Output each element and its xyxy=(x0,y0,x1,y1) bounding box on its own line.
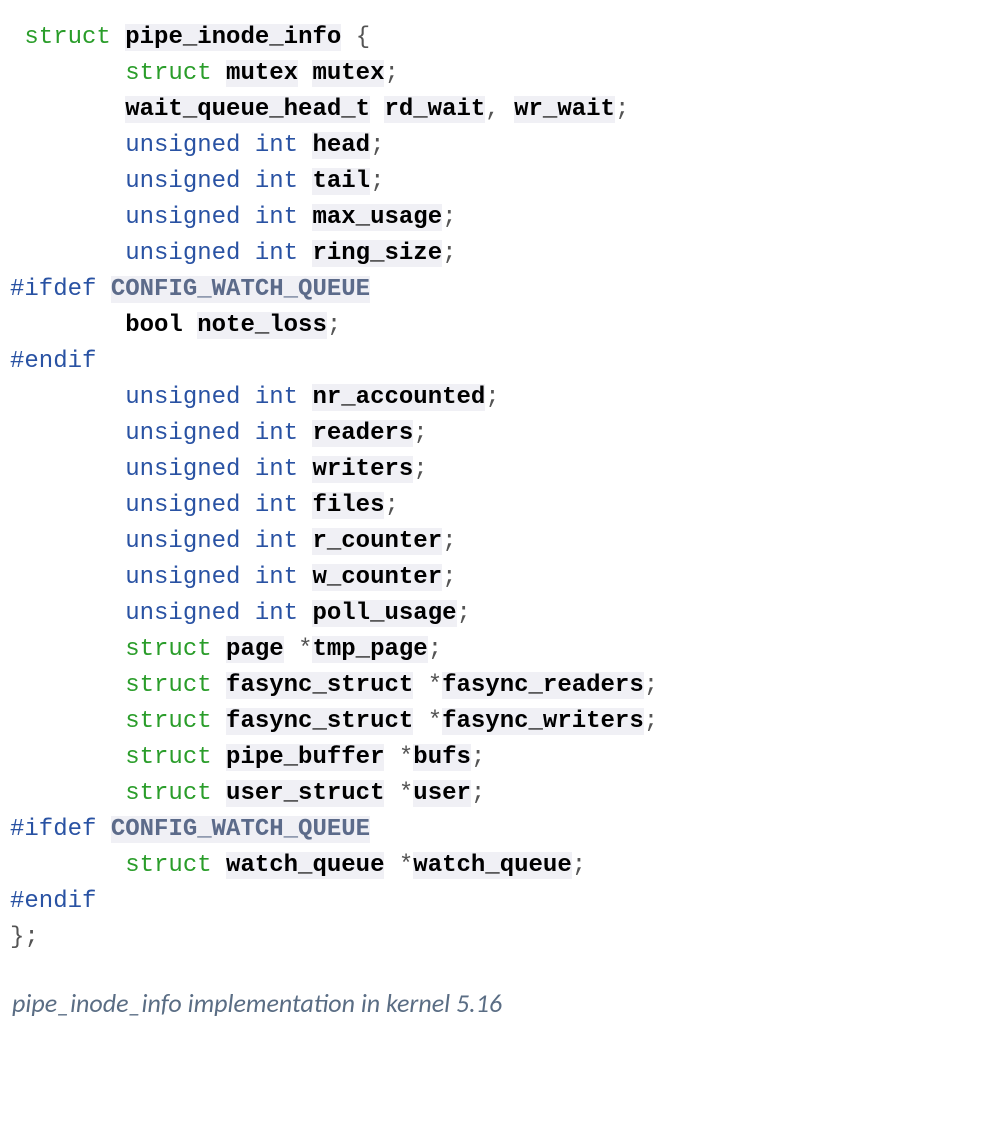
code-token-macroname: CONFIG_WATCH_QUEUE xyxy=(111,816,370,843)
code-token-kw-type: int xyxy=(255,132,298,159)
code-token-kw-type: int xyxy=(255,168,298,195)
code-token-semi: ; xyxy=(428,636,442,663)
code-token-ident: writers xyxy=(312,456,413,483)
code-token-ident: watch_queue xyxy=(413,852,571,879)
figure-caption: pipe_inode_info implementation in kernel… xyxy=(10,984,998,1023)
code-token-ident: fasync_readers xyxy=(442,672,644,699)
code-token-kw-type: unsigned xyxy=(125,456,240,483)
code-token-ident: tmp_page xyxy=(312,636,427,663)
code-token-semi: ; xyxy=(384,492,398,519)
code-token-typeident: fasync_struct xyxy=(226,672,413,699)
code-token-kw-struct: struct xyxy=(125,744,211,771)
code-token-typeident: pipe_buffer xyxy=(226,744,384,771)
code-token-ident: fasync_writers xyxy=(442,708,644,735)
code-token-ident: rd_wait xyxy=(384,96,485,123)
code-token-typeident: wait_queue_head_t xyxy=(125,96,370,123)
code-token-kw-struct: struct xyxy=(125,60,211,87)
code-token-star: * xyxy=(399,780,413,807)
code-token-semi: ; xyxy=(442,564,456,591)
code-token-preproc: #ifdef xyxy=(10,276,96,303)
code-token-semi: ; xyxy=(471,744,485,771)
code-token-ident: poll_usage xyxy=(312,600,456,627)
code-token-ident: note_loss xyxy=(197,312,327,339)
code-token-semi: ; xyxy=(485,384,499,411)
code-token-ident: max_usage xyxy=(312,204,442,231)
code-token-star: * xyxy=(399,852,413,879)
code-token-kw-struct: struct xyxy=(125,708,211,735)
code-token-ident: head xyxy=(312,132,370,159)
code-token-kw-type: unsigned xyxy=(125,600,240,627)
code-token-star: * xyxy=(428,672,442,699)
code-token-macroname: CONFIG_WATCH_QUEUE xyxy=(111,276,370,303)
code-token-semi: ; xyxy=(572,852,586,879)
code-token-kw-struct: struct xyxy=(125,852,211,879)
code-token-ident: nr_accounted xyxy=(312,384,485,411)
code-token-ident: r_counter xyxy=(312,528,442,555)
code-token-semi: ; xyxy=(413,456,427,483)
code-token-kw-bool: bool xyxy=(125,312,183,339)
code-token-preproc: #endif xyxy=(10,348,96,375)
code-token-kw-type: int xyxy=(255,420,298,447)
code-token-ident: wr_wait xyxy=(514,96,615,123)
code-token-kw-type: int xyxy=(255,564,298,591)
code-token-kw-type: unsigned xyxy=(125,384,240,411)
code-token-kw-type: unsigned xyxy=(125,420,240,447)
code-token-kw-type: int xyxy=(255,240,298,267)
code-token-kw-type: int xyxy=(255,456,298,483)
code-token-ident: user xyxy=(413,780,471,807)
code-token-punct: , xyxy=(485,96,499,123)
code-token-typeident: fasync_struct xyxy=(226,708,413,735)
code-token-semi: ; xyxy=(327,312,341,339)
code-token-ident: mutex xyxy=(312,60,384,87)
code-token-typeident: mutex xyxy=(226,60,298,87)
code-token-ident: ring_size xyxy=(312,240,442,267)
code-token-kw-type: int xyxy=(255,492,298,519)
code-token-kw-type: unsigned xyxy=(125,168,240,195)
code-token-kw-type: unsigned xyxy=(125,204,240,231)
code-token-typeident: page xyxy=(226,636,284,663)
code-token-star: * xyxy=(399,744,413,771)
code-token-kw-struct: struct xyxy=(125,672,211,699)
code-token-kw-type: unsigned xyxy=(125,132,240,159)
code-token-ident: readers xyxy=(312,420,413,447)
code-token-semi: ; xyxy=(471,780,485,807)
code-token-ident: w_counter xyxy=(312,564,442,591)
code-token-kw-type: int xyxy=(255,384,298,411)
code-token-ident: bufs xyxy=(413,744,471,771)
code-token-semi: ; xyxy=(384,60,398,87)
code-token-ident: tail xyxy=(312,168,370,195)
code-token-kw-type: int xyxy=(255,204,298,231)
code-token-semi: ; xyxy=(370,132,384,159)
code-block: struct pipe_inode_info { struct mutex mu… xyxy=(10,20,998,956)
code-token-punct: { xyxy=(356,24,370,51)
code-token-semi: ; xyxy=(615,96,629,123)
code-token-semi: ; xyxy=(370,168,384,195)
code-token-kw-type: int xyxy=(255,528,298,555)
code-token-semi: ; xyxy=(644,672,658,699)
code-token-preproc: #endif xyxy=(10,888,96,915)
code-token-semi: ; xyxy=(442,528,456,555)
code-token-kw-struct: struct xyxy=(125,780,211,807)
code-token-typeident: watch_queue xyxy=(226,852,384,879)
code-token-semi: ; xyxy=(442,204,456,231)
code-token-kw-struct: struct xyxy=(125,636,211,663)
code-token-kw-type: unsigned xyxy=(125,564,240,591)
code-token-semi: ; xyxy=(413,420,427,447)
code-token-kw-type: unsigned xyxy=(125,240,240,267)
code-token-kw-type: unsigned xyxy=(125,492,240,519)
code-token-star: * xyxy=(428,708,442,735)
code-token-star: * xyxy=(298,636,312,663)
code-token-typeident: user_struct xyxy=(226,780,384,807)
code-token-kw-type: unsigned xyxy=(125,528,240,555)
code-token-kw-type: int xyxy=(255,600,298,627)
code-token-semi: ; xyxy=(644,708,658,735)
code-token-semi: ; xyxy=(442,240,456,267)
code-token-ident: files xyxy=(312,492,384,519)
code-token-kw-struct: struct xyxy=(24,24,110,51)
code-token-punct: }; xyxy=(10,924,39,951)
code-token-preproc: #ifdef xyxy=(10,816,96,843)
code-token-ident: pipe_inode_info xyxy=(125,24,341,51)
code-token-semi: ; xyxy=(457,600,471,627)
